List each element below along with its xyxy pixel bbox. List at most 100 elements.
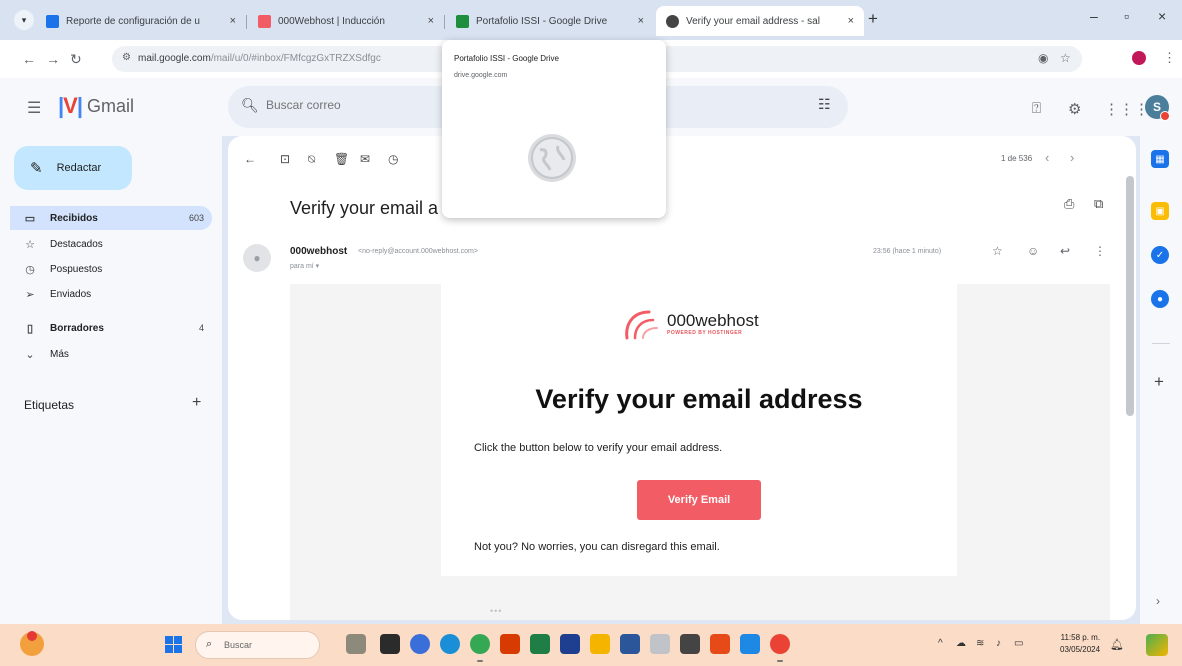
weather-alert-badge (27, 631, 37, 641)
file-explorer-icon[interactable] (590, 634, 610, 654)
chat-icon[interactable] (410, 634, 430, 654)
get-addons-icon[interactable]: + (1154, 372, 1164, 392)
browser-menu-icon[interactable]: ⋮ (1163, 50, 1176, 66)
open-new-window-icon[interactable]: ⧉ (1094, 196, 1103, 212)
sidebar-item-label: Enviados (50, 288, 92, 300)
sidebar-item-destacados[interactable]: ☆ Destacados (10, 232, 212, 256)
snooze-icon[interactable]: ◷ (388, 152, 398, 166)
report-spam-icon[interactable]: ⍉ (308, 152, 315, 167)
bookmark-star-icon[interactable]: ☆ (1060, 51, 1071, 65)
trimmed-content-icon[interactable]: ••• (490, 606, 502, 616)
news-widget-icon[interactable] (346, 634, 366, 654)
archive-icon[interactable]: ⊡ (280, 152, 290, 166)
tab-close-icon[interactable]: × (638, 15, 644, 27)
wifi-icon[interactable]: ≋ (976, 638, 984, 649)
contacts-icon[interactable]: ● (1151, 290, 1169, 308)
settings-gear-icon[interactable]: ⚙ (1068, 100, 1081, 118)
print-icon[interactable]: ⎙ (1064, 196, 1074, 212)
tab-search-button[interactable]: ▾ (14, 10, 34, 30)
tab-title: Portafolio ISSI - Google Drive (476, 15, 608, 27)
compose-button[interactable]: ✎ Redactar (14, 146, 132, 190)
minimize-button[interactable]: – (1090, 8, 1098, 24)
edge-icon[interactable] (440, 634, 460, 654)
back-to-inbox-icon[interactable]: ← (244, 152, 256, 166)
site-info-icon[interactable]: ⚙ (122, 52, 131, 63)
more-options-icon[interactable]: ⋮ (1094, 244, 1106, 258)
task-view-icon[interactable] (380, 634, 400, 654)
newer-chevron-icon[interactable]: ‹ (1045, 150, 1049, 165)
gmail-logo[interactable]: |V| Gmail (58, 95, 134, 117)
hide-panel-chevron-icon[interactable]: › (1156, 594, 1160, 608)
inkscape-icon[interactable] (680, 634, 700, 654)
maximize-button[interactable]: ▫ (1124, 8, 1129, 24)
chrome-icon[interactable] (470, 634, 490, 654)
new-tab-button[interactable]: + (868, 10, 878, 28)
recycle-bin-icon[interactable] (650, 634, 670, 654)
star-icon[interactable]: ☆ (992, 244, 1003, 258)
close-window-button[interactable]: × (1158, 8, 1166, 24)
mark-unread-icon[interactable]: ✉ (360, 152, 370, 166)
main-menu-icon[interactable]: ☰ (27, 98, 41, 118)
chrome-profile-icon[interactable] (770, 634, 790, 654)
excel-icon[interactable] (530, 634, 550, 654)
store-icon[interactable] (560, 634, 580, 654)
calendar-icon[interactable]: ▦ (1151, 150, 1169, 168)
tab-close-icon[interactable]: × (230, 15, 236, 27)
volume-icon[interactable]: ♪ (996, 638, 1001, 649)
search-input[interactable] (266, 98, 446, 112)
search-options-icon[interactable]: ☷ (818, 96, 831, 113)
notification-bell-icon[interactable]: 🔔︎ (1110, 638, 1124, 651)
sidebar-item-label: Borradores (50, 322, 104, 334)
help-icon[interactable]: ⍰ (1032, 100, 1041, 117)
avatar-badge (1160, 111, 1170, 121)
taskbar-clock[interactable]: 11:58 p. m. 03/05/2024 (1060, 632, 1100, 656)
reply-icon[interactable]: ↩ (1060, 244, 1070, 258)
sidebar-item-borradores[interactable]: ▯ Borradores 4 (10, 316, 212, 340)
delete-icon[interactable]: 🗑︎ (334, 152, 349, 166)
browser-tab-reporte[interactable]: Reporte de configuración de u × (36, 6, 246, 36)
profile-avatar[interactable] (1132, 51, 1146, 65)
back-arrow-icon[interactable]: ← (22, 51, 36, 67)
browser-tab-verify-email[interactable]: Verify your email address - sal × (656, 6, 864, 36)
tasks-icon[interactable]: ✓ (1151, 246, 1169, 264)
scrollbar[interactable] (1126, 176, 1134, 416)
onedrive-icon[interactable]: ☁ (956, 638, 966, 649)
recipient-dropdown[interactable]: para mí ▾ (290, 262, 319, 270)
extension-icon[interactable]: ◉ (1038, 51, 1048, 65)
forward-arrow-icon[interactable]: → (46, 51, 60, 67)
sidebar-item-mas[interactable]: ⌄ Más (10, 342, 212, 366)
sidebar-item-label: Más (50, 348, 69, 360)
word-icon[interactable] (620, 634, 640, 654)
vscode-icon[interactable] (740, 634, 760, 654)
battery-icon[interactable]: ▭ (1014, 638, 1023, 649)
sidebar-item-label: Pospuestos (50, 263, 103, 275)
verify-email-button[interactable]: Verify Email (637, 480, 761, 520)
emoji-react-icon[interactable]: ☺ (1027, 244, 1039, 258)
verify-footer-text: Not you? No worries, you can disregard t… (474, 541, 720, 553)
keep-icon[interactable]: ▣ (1151, 202, 1169, 220)
git-icon[interactable] (710, 634, 730, 654)
sidebar-item-pospuestos[interactable]: ◷ Pospuestos (10, 257, 212, 281)
search-icon[interactable]: 🔍︎ (241, 97, 259, 114)
add-label-icon[interactable]: + (192, 394, 201, 412)
taskbar-search[interactable]: ⌕ Buscar (195, 631, 320, 659)
tab-close-icon[interactable]: × (848, 15, 854, 27)
tab-close-icon[interactable]: × (428, 15, 434, 27)
copilot-icon[interactable] (1146, 634, 1168, 656)
browser-tab-000webhost[interactable]: 000Webhost | Inducción × (248, 6, 444, 36)
sidebar-item-recibidos[interactable]: ▭ Recibidos 603 (10, 206, 212, 230)
sidebar-item-enviados[interactable]: ➢ Enviados (10, 282, 212, 306)
sidebar-item-label: Recibidos (50, 212, 98, 224)
message-subject: Verify your email a (290, 198, 439, 218)
email-card: 000webhost POWERED BY HOSTINGER Verify y… (441, 284, 957, 576)
windows-start-icon[interactable] (165, 636, 182, 653)
apps-grid-icon[interactable]: ⋮⋮⋮ (1104, 100, 1149, 118)
message-time: 23:56 (hace 1 minuto) (873, 248, 942, 255)
older-chevron-icon[interactable]: › (1070, 150, 1074, 165)
reload-icon[interactable]: ↻ (70, 51, 82, 68)
tab-separator (444, 15, 445, 29)
compose-label: Redactar (56, 162, 102, 174)
show-hidden-icons-icon[interactable]: ^ (938, 638, 943, 649)
browser-tab-portafolio[interactable]: Portafolio ISSI - Google Drive × (446, 6, 654, 36)
office-icon[interactable] (500, 634, 520, 654)
